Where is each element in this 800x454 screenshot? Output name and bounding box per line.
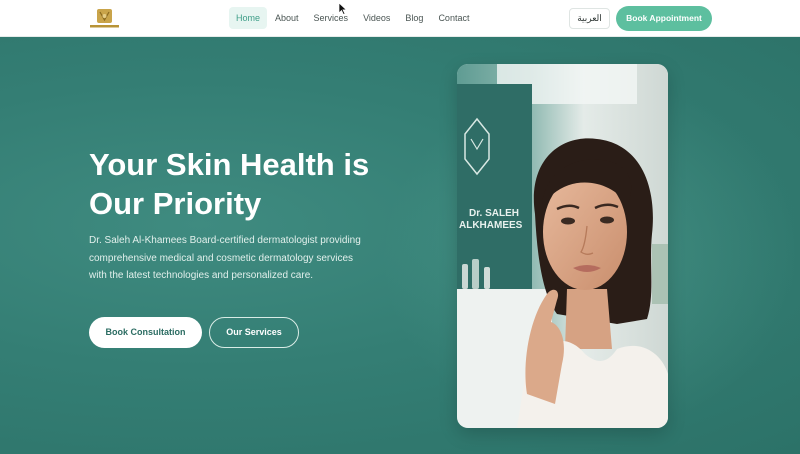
clinic-sign: Dr. SALEH ALKHAMEES <box>457 208 522 232</box>
nav-videos[interactable]: Videos <box>356 7 397 29</box>
hero-photo: Dr. SALEH ALKHAMEES <box>457 64 668 428</box>
mouse-cursor-icon <box>338 2 348 15</box>
nav-about[interactable]: About <box>268 7 306 29</box>
nav-home[interactable]: Home <box>229 7 268 29</box>
our-services-button[interactable]: Our Services <box>209 317 299 348</box>
gold-crest-logo-icon[interactable] <box>89 8 120 29</box>
nav-contact[interactable]: Contact <box>431 7 476 29</box>
main-nav: Home About Services Videos Blog Contact <box>229 7 477 29</box>
language-toggle-button[interactable]: العربية <box>569 8 610 29</box>
nav-services[interactable]: Services <box>307 7 356 29</box>
book-appointment-button[interactable]: Book Appointment <box>616 6 712 31</box>
book-consultation-button[interactable]: Book Consultation <box>89 317 202 348</box>
hero-title: Your Skin Health is Our Priority <box>89 147 370 221</box>
hero-description: Dr. Saleh Al-Khamees Board-certified der… <box>89 235 361 281</box>
clinic-sign-line2: ALKHAMEES <box>459 220 523 231</box>
site-header: Home About Services Videos Blog Contact … <box>0 0 800 37</box>
hero-section: Your Skin Health is Our Priority Dr. Sal… <box>0 37 800 454</box>
clinic-sign-line1: Dr. SALEH <box>469 208 520 219</box>
nav-blog[interactable]: Blog <box>398 7 430 29</box>
